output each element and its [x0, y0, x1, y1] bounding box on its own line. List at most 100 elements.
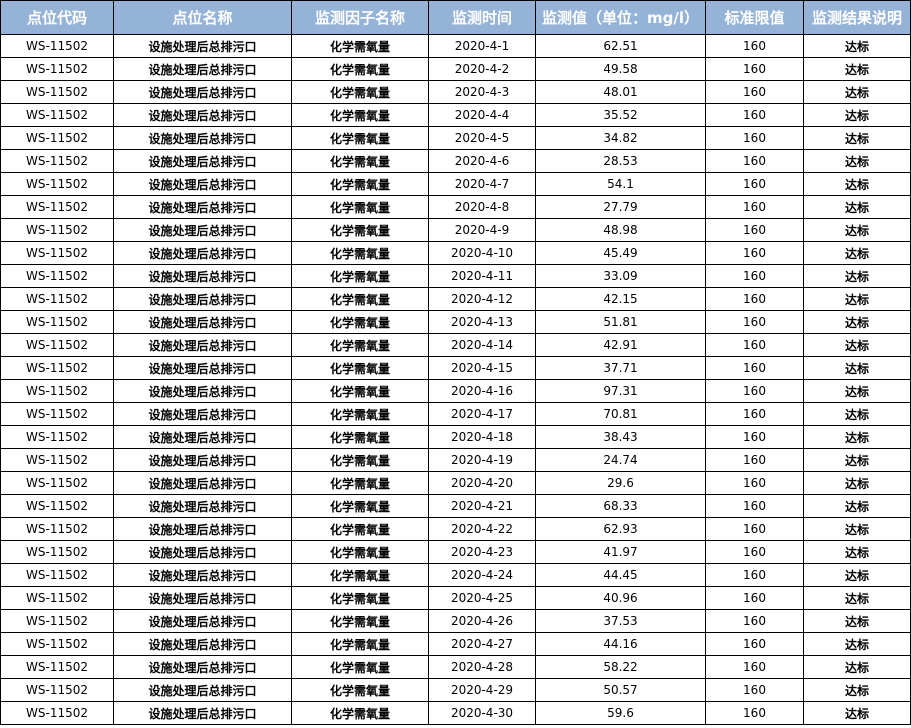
monitor-time-cell: 2020-4-15 — [428, 356, 536, 380]
factor-name-cell: 化学需氧量 — [291, 149, 429, 173]
table-row: WS-11502 设施处理后总排污口 化学需氧量 2020-4-1 62.51 160 达标 — [0, 34, 911, 58]
monitor-time-cell: 2020-4-9 — [428, 218, 536, 242]
site-code-cell: WS-11502 — [0, 356, 114, 380]
site-name-cell: 设施处理后总排污口 — [113, 149, 292, 173]
standard-limit-cell: 160 — [705, 333, 804, 357]
site-name-cell: 设施处理后总排污口 — [113, 632, 292, 656]
site-code-cell: WS-11502 — [0, 563, 114, 587]
monitor-value-cell: 62.93 — [535, 517, 706, 541]
site-name-cell: 设施处理后总排污口 — [113, 195, 292, 219]
monitor-time-cell: 2020-4-14 — [428, 333, 536, 357]
table-row: WS-11502 设施处理后总排污口 化学需氧量 2020-4-10 45.49 160 达… — [0, 241, 911, 265]
site-code-cell: WS-11502 — [0, 402, 114, 426]
table-row: WS-11502 设施处理后总排污口 化学需氧量 2020-4-12 42.15 160 达… — [0, 287, 911, 311]
monitor-time-cell: 2020-4-28 — [428, 655, 536, 679]
result-note-cell: 达标 — [803, 356, 911, 380]
monitor-time-cell: 2020-4-1 — [428, 34, 536, 58]
factor-name-cell: 化学需氧量 — [291, 609, 429, 633]
monitor-value-cell: 97.31 — [535, 379, 706, 403]
site-name-cell: 设施处理后总排污口 — [113, 34, 292, 58]
table-row: WS-11502 设施处理后总排污口 化学需氧量 2020-4-20 29.6 160 达标 — [0, 471, 911, 495]
monitor-time-cell: 2020-4-29 — [428, 678, 536, 702]
table-row: WS-11502 设施处理后总排污口 化学需氧量 2020-4-3 48.01 160 达标 — [0, 80, 911, 104]
site-name-cell: 设施处理后总排污口 — [113, 471, 292, 495]
table-row: WS-11502 设施处理后总排污口 化学需氧量 2020-4-21 68.33 160 达… — [0, 494, 911, 518]
site-name-cell: 设施处理后总排污口 — [113, 609, 292, 633]
monitor-time-cell: 2020-4-8 — [428, 195, 536, 219]
monitor-value-cell: 24.74 — [535, 448, 706, 472]
factor-name-cell: 化学需氧量 — [291, 517, 429, 541]
factor-name-cell: 化学需氧量 — [291, 632, 429, 656]
monitor-value-cell: 44.45 — [535, 563, 706, 587]
standard-limit-cell: 160 — [705, 34, 804, 58]
monitor-time-cell: 2020-4-19 — [428, 448, 536, 472]
table-row: WS-11502 设施处理后总排污口 化学需氧量 2020-4-25 40.96 160 达… — [0, 586, 911, 610]
factor-name-cell: 化学需氧量 — [291, 195, 429, 219]
monitor-value-cell: 54.1 — [535, 172, 706, 196]
table-row: WS-11502 设施处理后总排污口 化学需氧量 2020-4-4 35.52 160 达标 — [0, 103, 911, 127]
table-row: WS-11502 设施处理后总排污口 化学需氧量 2020-4-18 38.43 160 达… — [0, 425, 911, 449]
factor-name-cell: 化学需氧量 — [291, 287, 429, 311]
monitor-time-cell: 2020-4-5 — [428, 126, 536, 150]
site-name-cell: 设施处理后总排污口 — [113, 678, 292, 702]
monitor-time-cell: 2020-4-13 — [428, 310, 536, 334]
site-code-cell: WS-11502 — [0, 540, 114, 564]
result-note-cell: 达标 — [803, 57, 911, 81]
standard-limit-cell: 160 — [705, 448, 804, 472]
site-code-cell: WS-11502 — [0, 264, 114, 288]
site-code-cell: WS-11502 — [0, 655, 114, 679]
result-note-cell: 达标 — [803, 655, 911, 679]
monitor-value-cell: 40.96 — [535, 586, 706, 610]
monitor-time-cell: 2020-4-24 — [428, 563, 536, 587]
result-note-cell: 达标 — [803, 310, 911, 334]
site-name-cell: 设施处理后总排污口 — [113, 310, 292, 334]
monitor-value-cell: 42.15 — [535, 287, 706, 311]
monitor-value-cell: 35.52 — [535, 103, 706, 127]
standard-limit-cell: 160 — [705, 540, 804, 564]
monitor-value-cell: 45.49 — [535, 241, 706, 265]
monitoring-table: 点位代码 点位名称 监测因子名称 监测时间 监测值（单位：mg/l） 标准限值 … — [0, 0, 911, 725]
factor-name-cell: 化学需氧量 — [291, 655, 429, 679]
table-row: WS-11502 设施处理后总排污口 化学需氧量 2020-4-24 44.45 160 达… — [0, 563, 911, 587]
monitor-value-cell: 38.43 — [535, 425, 706, 449]
factor-name-cell: 化学需氧量 — [291, 218, 429, 242]
result-note-cell: 达标 — [803, 34, 911, 58]
table-row: WS-11502 设施处理后总排污口 化学需氧量 2020-4-2 49.58 160 达标 — [0, 57, 911, 81]
monitor-value-cell: 41.97 — [535, 540, 706, 564]
site-code-cell: WS-11502 — [0, 172, 114, 196]
factor-name-cell: 化学需氧量 — [291, 57, 429, 81]
result-note-cell: 达标 — [803, 287, 911, 311]
monitor-time-cell: 2020-4-30 — [428, 701, 536, 725]
monitor-value-cell: 58.22 — [535, 655, 706, 679]
site-code-cell: WS-11502 — [0, 632, 114, 656]
factor-name-cell: 化学需氧量 — [291, 540, 429, 564]
factor-name-cell: 化学需氧量 — [291, 563, 429, 587]
table-row: WS-11502 设施处理后总排污口 化学需氧量 2020-4-15 37.71 160 达… — [0, 356, 911, 380]
site-code-cell: WS-11502 — [0, 701, 114, 725]
standard-limit-cell: 160 — [705, 701, 804, 725]
factor-name-cell: 化学需氧量 — [291, 701, 429, 725]
site-name-cell: 设施处理后总排污口 — [113, 517, 292, 541]
standard-limit-cell: 160 — [705, 425, 804, 449]
factor-name-cell: 化学需氧量 — [291, 264, 429, 288]
table-row: WS-11502 设施处理后总排污口 化学需氧量 2020-4-6 28.53 160 达标 — [0, 149, 911, 173]
table-row: WS-11502 设施处理后总排污口 化学需氧量 2020-4-30 59.6 160 达标 — [0, 701, 911, 725]
standard-limit-cell: 160 — [705, 264, 804, 288]
standard-limit-cell: 160 — [705, 287, 804, 311]
standard-limit-cell: 160 — [705, 103, 804, 127]
site-code-cell: WS-11502 — [0, 34, 114, 58]
site-name-cell: 设施处理后总排污口 — [113, 540, 292, 564]
standard-limit-cell: 160 — [705, 494, 804, 518]
result-note-cell: 达标 — [803, 471, 911, 495]
monitor-value-cell: 49.58 — [535, 57, 706, 81]
table-row: WS-11502 设施处理后总排污口 化学需氧量 2020-4-16 97.31 160 达… — [0, 379, 911, 403]
site-code-cell: WS-11502 — [0, 333, 114, 357]
site-name-cell: 设施处理后总排污口 — [113, 402, 292, 426]
monitor-time-cell: 2020-4-22 — [428, 517, 536, 541]
table-row: WS-11502 设施处理后总排污口 化学需氧量 2020-4-28 58.22 160 达… — [0, 655, 911, 679]
result-note-cell: 达标 — [803, 172, 911, 196]
monitor-value-cell: 42.91 — [535, 333, 706, 357]
table-row: WS-11502 设施处理后总排污口 化学需氧量 2020-4-14 42.91 160 达… — [0, 333, 911, 357]
result-note-cell: 达标 — [803, 425, 911, 449]
standard-limit-cell: 160 — [705, 241, 804, 265]
